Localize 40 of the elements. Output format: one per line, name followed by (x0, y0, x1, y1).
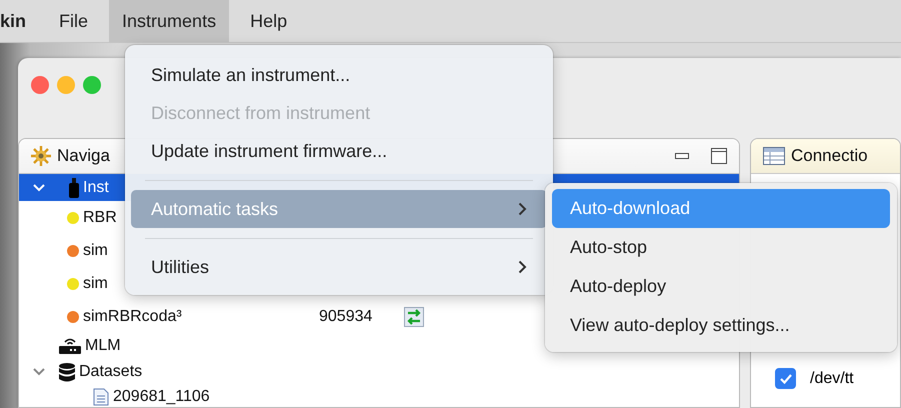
tree-label: RBR (83, 208, 117, 226)
tree-row[interactable]: sim (19, 267, 112, 300)
panel-title: Naviga (57, 146, 110, 166)
tree-label: MLM (85, 337, 121, 355)
minimize-icon[interactable] (675, 153, 689, 159)
tree-label: 209681_1106 (113, 388, 210, 406)
tree-row[interactable]: simRBRcoda³ 905934 (19, 300, 428, 333)
router-icon (59, 338, 81, 354)
tree-row[interactable]: 209681_1106 (19, 385, 214, 407)
menu-title[interactable]: Help (237, 0, 300, 42)
tree-row[interactable]: sim (19, 234, 112, 267)
menu-title[interactable]: Instruments (109, 0, 230, 42)
tree-row[interactable]: MLM (19, 333, 125, 359)
close-icon[interactable] (31, 76, 49, 94)
table-icon (763, 147, 785, 165)
menu-item[interactable]: Simulate an instrument... (131, 56, 547, 94)
tree-label: simRBRcoda³ (83, 308, 183, 326)
menu-title[interactable]: kin (0, 0, 46, 42)
menu-item[interactable]: Update instrument firmware... (131, 132, 547, 170)
instrument-icon (69, 178, 79, 198)
database-icon (59, 362, 75, 382)
gear-icon (31, 146, 51, 166)
tree-row[interactable]: RBR (19, 201, 121, 234)
menu-title[interactable]: File (46, 0, 102, 42)
tree-label: Inst (83, 178, 109, 196)
maximize-icon[interactable] (711, 148, 727, 164)
menu-item[interactable]: Auto-deploy (552, 267, 890, 306)
menu-item[interactable]: Utilities (131, 248, 547, 286)
panel-title: Connectio (791, 146, 868, 166)
checkbox[interactable] (775, 368, 796, 389)
tree-label: sim (83, 242, 108, 260)
checkmark-icon (780, 374, 792, 384)
menu-item[interactable]: View auto-deploy settings... (552, 306, 890, 345)
port-name: /dev/tt (810, 370, 854, 388)
tree-row[interactable]: Datasets (19, 359, 146, 385)
tree-label: Datasets (79, 363, 142, 381)
tree-label: sim (83, 274, 108, 292)
serial-number: 905934 (319, 308, 372, 326)
menu-item[interactable]: Auto-stop (552, 228, 890, 267)
document-icon (93, 388, 109, 406)
